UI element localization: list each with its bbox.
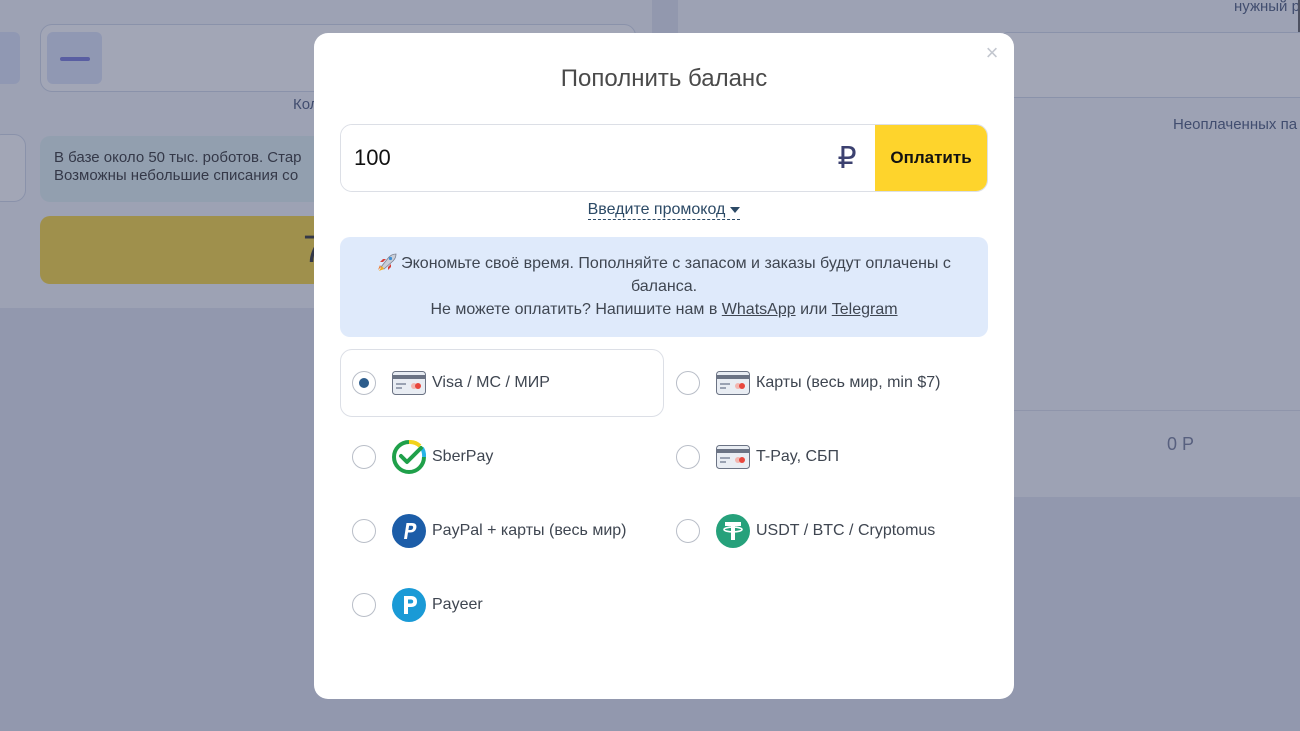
method-label: Карты (весь мир, min $7)	[756, 374, 941, 391]
promo-label: Введите промокод	[587, 201, 726, 218]
rocket-icon	[378, 253, 397, 271]
close-icon[interactable]: ×	[982, 42, 1002, 64]
whatsapp-link[interactable]: WhatsApp	[722, 301, 796, 318]
method-label: PayPal + карты (весь мир)	[432, 522, 627, 539]
radio-button[interactable]	[676, 445, 700, 469]
notice-line-1: Экономьте своё время. Пополняйте с запас…	[401, 255, 951, 272]
radio-button[interactable]	[676, 371, 700, 395]
radio-button[interactable]	[352, 593, 376, 617]
method-sberpay[interactable]: SberPay	[340, 423, 664, 491]
method-label: Visa / MC / МИР	[432, 374, 550, 391]
method-tpay-sbp[interactable]: T-Pay, СБП	[664, 423, 988, 491]
radio-selected-dot	[359, 378, 369, 388]
tether-icon	[716, 514, 750, 548]
notice-or: или	[800, 301, 828, 318]
radio-button[interactable]	[352, 371, 376, 395]
notice-banner: Экономьте своё время. Пополняйте с запас…	[340, 237, 988, 337]
method-label: T-Pay, СБП	[756, 448, 840, 465]
radio-button[interactable]	[352, 519, 376, 543]
top-up-modal: × Пополнить баланс ₽ Оплатить Введите пр…	[314, 33, 1014, 699]
card-icon	[716, 440, 750, 474]
method-cards-world[interactable]: Карты (весь мир, min $7)	[664, 349, 988, 417]
telegram-link[interactable]: Telegram	[832, 301, 898, 318]
card-icon	[392, 366, 426, 400]
method-payeer[interactable]: Payeer	[340, 571, 664, 639]
modal-title: Пополнить баланс	[560, 65, 768, 92]
promo-toggle[interactable]: Введите промокод	[314, 201, 1014, 220]
notice-line-3: Не можете оплатить? Напишите нам в	[430, 301, 718, 318]
method-label: SberPay	[432, 448, 494, 465]
sberpay-icon	[392, 440, 426, 474]
pay-button[interactable]: Оплатить	[875, 125, 987, 191]
method-label: Payeer	[432, 596, 483, 613]
card-icon	[716, 366, 750, 400]
method-crypto[interactable]: USDT / BTC / Cryptomus	[664, 497, 988, 565]
method-visa-mc-mir[interactable]: Visa / MC / МИР	[340, 349, 664, 417]
method-paypal[interactable]: PayPal + карты (весь мир)	[340, 497, 664, 565]
caret-down-icon	[730, 206, 741, 213]
promo-link[interactable]: Введите промокод	[587, 201, 741, 220]
ruble-icon: ₽	[837, 140, 857, 176]
radio-button[interactable]	[676, 519, 700, 543]
paypal-icon	[392, 514, 426, 548]
radio-button[interactable]	[352, 445, 376, 469]
amount-row: ₽ Оплатить	[340, 124, 988, 192]
amount-input[interactable]	[341, 125, 827, 191]
payeer-icon	[392, 588, 426, 622]
method-label: USDT / BTC / Cryptomus	[756, 522, 936, 539]
notice-line-2: баланса.	[630, 278, 698, 295]
